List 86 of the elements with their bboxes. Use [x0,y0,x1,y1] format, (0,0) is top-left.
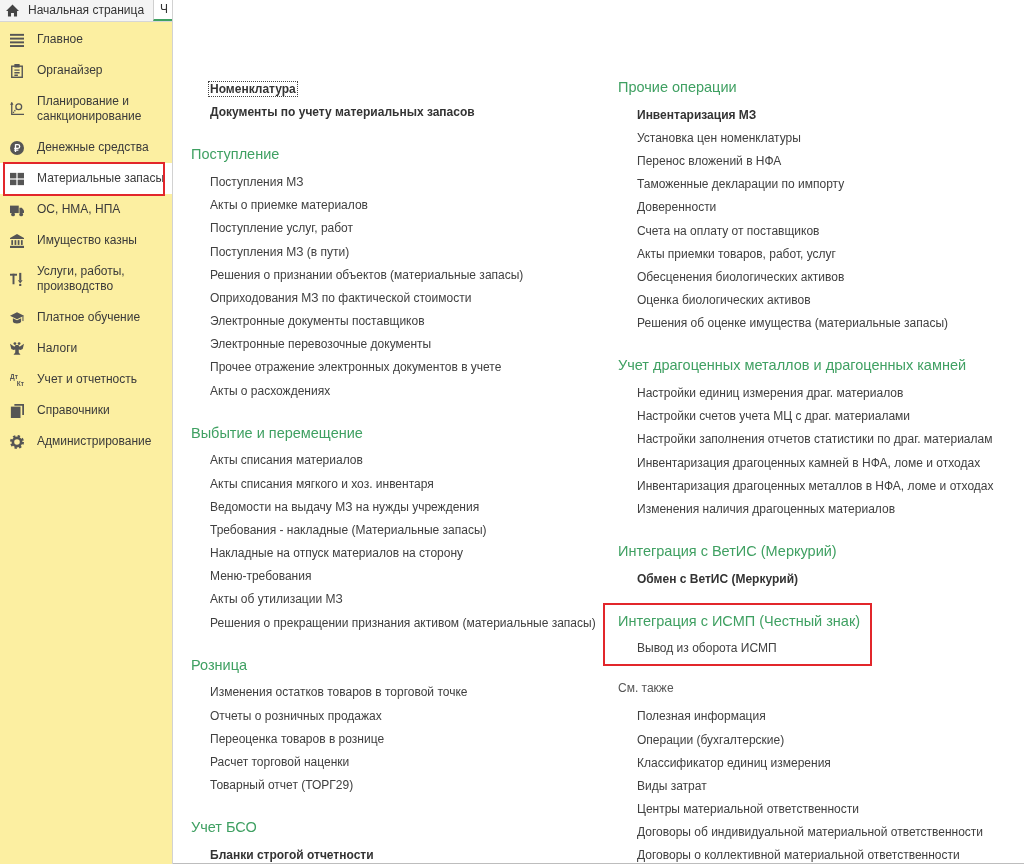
nav-link[interactable]: Прочее отражение электронных документов в учете [208,359,504,376]
nav-link[interactable]: Акты списания материалов [208,452,365,469]
nav-link[interactable]: Счета на оплату от поставщиков [635,222,822,239]
grid-icon [10,171,24,186]
settings-icon [10,434,24,449]
t-exclamation-icon [10,272,24,286]
bank-icon [10,233,24,248]
see-also-title: См. также [618,680,675,698]
nav-link[interactable]: Установка цен номенклатуры [635,129,803,146]
nav-link[interactable]: Документы по учету материальных запасов [208,104,477,121]
sidebar-item[interactable]: Услуги, работы, производство [0,256,172,302]
nav-link[interactable]: Инвентаризация драгоценных металлов в НФА, ломе и отходах [635,477,996,494]
nav-link[interactable]: Перенос вложений в НФА [635,152,784,169]
nav-link[interactable]: Акты списания мягкого и хоз. инвентаря [208,475,436,492]
nav-link[interactable]: Изменения остатков товаров в торговой точке [208,684,470,701]
nav-link[interactable]: Поступление услуг, работ [208,220,355,237]
nav-link[interactable]: Полезная информация [635,708,768,725]
section-title: Учет БСО [191,818,258,838]
graduation-cap-icon [10,310,24,325]
nav-link[interactable]: Оценка биологических активов [635,292,813,309]
chart-icon [10,102,24,116]
sidebar-item[interactable]: Администрирование [0,426,172,457]
nav-link[interactable]: Решения об оценке имущества (материальные запасы) [635,315,951,332]
nav-link[interactable]: Договоры об индивидуальной материальной ответственности [635,824,986,841]
sidebar-item[interactable]: Материальные запасы [0,163,172,194]
nav-link[interactable]: Настройки счетов учета МЦ с драг. материалами [635,408,913,425]
section-title: Поступление [191,145,281,165]
nav-link[interactable]: Бланки строгой отчетности [208,846,376,863]
nav-link[interactable]: Таможенные декларации по импорту [635,176,847,193]
sidebar-item[interactable]: Планирование и санкционирование [0,86,172,132]
sidebar-item[interactable]: Денежные средства [0,132,172,163]
menu-icon [10,32,24,47]
nav-link[interactable]: Акты приемки товаров, работ, услуг [635,245,838,262]
nav-link[interactable]: Договоры о коллективной материальной ответственности [635,847,962,863]
nav-link[interactable]: Доверенности [635,199,719,216]
nav-link[interactable]: Требования - накладные (Материальные запасы) [208,521,489,538]
sidebar-item[interactable]: Имущество казны [0,225,172,256]
section-title: Учет драгоценных металлов и драгоценных камней [618,356,968,376]
nav-link[interactable]: Центры материальной ответственности [635,801,861,818]
nav-link[interactable]: Настройки заполнения отчетов статистики по драг. материалам [635,431,995,448]
nav-link[interactable]: Электронные перевозочные документы [208,336,434,353]
sidebar-item[interactable]: Платное обучение [0,302,172,333]
nav-link[interactable]: Акты о расхождениях [208,382,333,399]
nav-link[interactable]: Оприходования МЗ по фактической стоимости [208,289,474,306]
documents-icon [10,403,24,418]
nav-link[interactable]: Товарный отчет (ТОРГ29) [208,777,356,794]
nav-link[interactable]: Операции (бухгалтерские) [635,731,787,748]
nav-link[interactable]: Изменения наличия драгоценных материалов [635,500,897,517]
coin-icon [10,140,24,155]
sidebar-item[interactable]: Налоги [0,333,172,364]
nav-link[interactable]: Номенклатура [208,81,298,98]
tab[interactable]: Ч [153,0,172,21]
nav-link[interactable]: Инвентаризация МЗ [635,106,759,123]
section-title: Интеграция с ВетИС (Меркурий) [618,542,837,561]
nav-link[interactable]: Электронные документы поставщиков [208,313,427,330]
nav-link[interactable]: Отчеты о розничных продажах [208,707,384,724]
nav-link[interactable]: Вывод из оборота ИСМП [635,640,779,657]
nav-link[interactable]: Акты об утилизации МЗ [208,591,345,608]
sidebar-item[interactable]: Справочники [0,395,172,426]
eagle-icon [10,341,24,356]
nav-link[interactable]: Переоценка товаров в рознице [208,730,387,747]
nav-link[interactable]: Обесценения биологических активов [635,268,847,285]
nav-link[interactable]: Накладные на отпуск материалов на сторону [208,545,466,562]
clipboard-icon [10,63,24,78]
sidebar-item[interactable]: Главное [0,24,172,55]
nav-link[interactable]: Акты о приемке материалов [208,197,370,214]
section-title: Интеграция с ИСМП (Честный знак) [618,611,861,631]
home-icon [6,4,19,17]
nav-link[interactable]: Настройки единиц измерения драг. материалов [635,384,906,401]
nav-link[interactable]: Поступления МЗ (в пути) [208,243,352,260]
sidebar-item[interactable]: Органайзер [0,55,172,86]
section-title: Выбытие и перемещение [191,423,364,443]
nav-link[interactable]: Решения о признании объектов (материальные запасы) [208,266,526,283]
section-title: Прочие операции [618,78,738,97]
nav-link[interactable]: Поступления МЗ [208,173,306,190]
nav-link[interactable]: Ведомости на выдачу МЗ на нужды учреждения [208,498,482,515]
nav-link[interactable]: Виды затрат [635,777,709,794]
nav-link[interactable]: Меню-требования [208,568,314,585]
nav-link[interactable]: Классификатор единиц измерения [635,754,833,771]
section-title: Розница [191,655,249,675]
tab[interactable]: Начальная страница [0,0,153,21]
nav-link[interactable]: Обмен с ВетИС (Меркурий) [635,570,800,587]
nav-link[interactable]: Расчет торговой наценки [208,753,352,770]
nav-link[interactable]: Инвентаризация драгоценных камней в НФА, ломе и отходах [635,454,983,471]
nav-link[interactable]: Решения о прекращении признания активом (материальные запасы) [208,614,598,631]
sidebar-item[interactable]: ОС, НМА, НПА [0,194,172,225]
